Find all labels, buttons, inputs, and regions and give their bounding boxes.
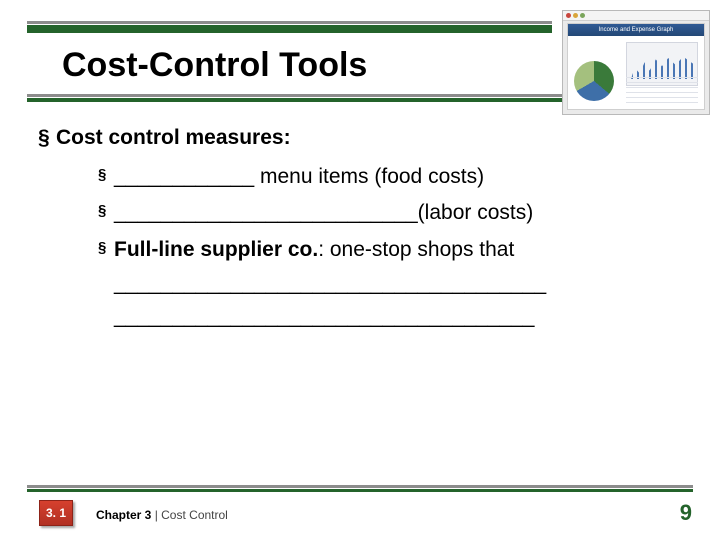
item-lead-bold: Full-line supplier co. bbox=[114, 238, 318, 261]
list-heading: § Cost control measures: bbox=[38, 122, 682, 155]
screenshot-window-title: Income and Expense Graph bbox=[568, 24, 704, 36]
page-number: 9 bbox=[680, 500, 692, 526]
fill-blank-line: _____________________________________ bbox=[114, 268, 682, 301]
pie-chart-icon bbox=[574, 61, 614, 101]
list-item: § __________________________(labor costs… bbox=[98, 197, 682, 230]
content-body: § Cost control measures: § ____________ … bbox=[38, 122, 682, 337]
item-text: menu items (food costs) bbox=[254, 165, 484, 188]
square-bullet-icon: § bbox=[98, 161, 106, 189]
top-divider-green bbox=[27, 25, 552, 33]
list-item: § ____________ menu items (food costs) bbox=[98, 161, 682, 194]
item-lead-tail: : one-stop shops that bbox=[318, 238, 514, 261]
decorative-screenshot: Income and Expense Graph bbox=[562, 10, 710, 115]
fill-blank: ____________ bbox=[114, 161, 254, 194]
footer-chapter-bold: Chapter 3 bbox=[96, 508, 151, 522]
slide-title: Cost-Control Tools bbox=[62, 46, 367, 85]
heading-text: Cost control measures: bbox=[56, 126, 291, 149]
fill-blank-line: ____________________________________ bbox=[114, 301, 682, 334]
item-text: (labor costs) bbox=[418, 201, 534, 224]
bottom-divider-green bbox=[27, 489, 693, 492]
section-badge: 3. 1 bbox=[39, 500, 73, 526]
list-item: § Full-line supplier co.: one-stop shops… bbox=[98, 234, 682, 334]
square-bullet-icon: § bbox=[98, 234, 106, 262]
top-divider-gray bbox=[27, 21, 552, 24]
footer-chapter-tail: | Cost Control bbox=[151, 508, 227, 522]
legend-icon bbox=[626, 77, 698, 105]
square-bullet-icon: § bbox=[98, 197, 106, 225]
footer-chapter: Chapter 3 | Cost Control bbox=[96, 508, 228, 522]
square-bullet-icon: § bbox=[38, 122, 50, 155]
bottom-divider-gray bbox=[27, 485, 693, 488]
fill-blank: __________________________ bbox=[114, 197, 418, 230]
slide: Cost-Control Tools Income and Expense Gr… bbox=[0, 0, 720, 540]
